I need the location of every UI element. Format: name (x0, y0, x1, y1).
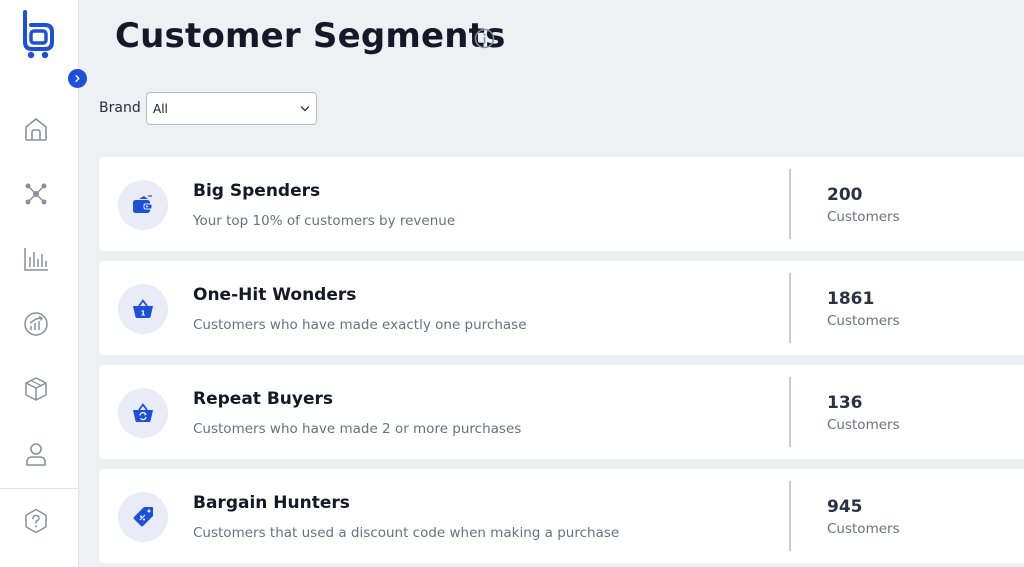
brand-select-value: All (153, 101, 168, 116)
user-icon (26, 443, 46, 466)
sidebar-expand-button[interactable] (68, 69, 87, 88)
brand-filter-label: Brand (99, 100, 141, 116)
brand-select[interactable]: All (146, 92, 317, 125)
discount-tag-icon (133, 507, 153, 527)
svg-text:1: 1 (141, 309, 146, 317)
help-icon (25, 508, 47, 534)
segment-count: 136 (827, 393, 863, 413)
growth-chart-icon (24, 312, 48, 336)
segment-description: Your top 10% of customers by revenue (193, 213, 456, 229)
sidebar-item-network[interactable] (20, 178, 52, 210)
sidebar-item-products[interactable] (20, 373, 52, 405)
segment-description: Customers who have made exactly one purc… (193, 317, 527, 333)
segment-description: Customers who have made 2 or more purcha… (193, 421, 522, 437)
home-icon (25, 118, 47, 141)
network-icon (25, 183, 47, 205)
page-title: Customer Segments (115, 16, 506, 56)
segment-card-one-hit-wonders[interactable]: 1 One-Hit Wonders Customers who have mad… (99, 261, 1024, 355)
segment-icon-badge (118, 492, 168, 542)
segment-divider (789, 273, 791, 343)
segment-count-unit: Customers (827, 313, 900, 329)
box-icon (25, 377, 47, 401)
sidebar-item-customers[interactable] (20, 438, 52, 470)
segment-divider (789, 377, 791, 447)
basket-one-icon: 1 (133, 299, 153, 318)
segment-card-bargain-hunters[interactable]: Bargain Hunters Customers that used a di… (99, 469, 1024, 563)
segment-card-repeat-buyers[interactable]: Repeat Buyers Customers who have made 2 … (99, 365, 1024, 459)
segment-divider (789, 169, 791, 239)
segment-count: 945 (827, 497, 863, 517)
segment-divider (789, 481, 791, 551)
segment-icon-badge (118, 388, 168, 438)
brand-logo[interactable] (20, 10, 56, 60)
segment-count: 200 (827, 185, 863, 205)
sidebar (0, 0, 87, 567)
wallet-icon (133, 195, 153, 213)
bar-chart-icon (24, 248, 48, 271)
chevron-right-icon (75, 75, 80, 82)
segment-title: Repeat Buyers (193, 389, 334, 409)
segment-card-big-spenders[interactable]: Big Spenders Your top 10% of customers b… (99, 157, 1024, 251)
segment-title: Bargain Hunters (193, 493, 350, 513)
segment-title: Big Spenders (193, 181, 321, 201)
sidebar-item-analytics[interactable] (20, 243, 52, 275)
chevron-down-icon (300, 106, 310, 112)
segment-icon-badge: 1 (118, 284, 168, 334)
basket-repeat-icon (133, 403, 153, 422)
sidebar-item-home[interactable] (20, 113, 52, 145)
sidebar-item-help[interactable] (20, 505, 52, 537)
segment-title: One-Hit Wonders (193, 285, 357, 305)
segment-count-unit: Customers (827, 209, 900, 225)
segment-count: 1861 (827, 289, 875, 309)
segment-count-unit: Customers (827, 521, 900, 537)
segment-icon-badge (118, 180, 168, 230)
segment-count-unit: Customers (827, 417, 900, 433)
sidebar-divider (0, 488, 79, 489)
info-icon[interactable] (474, 28, 495, 49)
segment-description: Customers that used a discount code when… (193, 525, 620, 541)
sidebar-item-growth[interactable] (20, 308, 52, 340)
